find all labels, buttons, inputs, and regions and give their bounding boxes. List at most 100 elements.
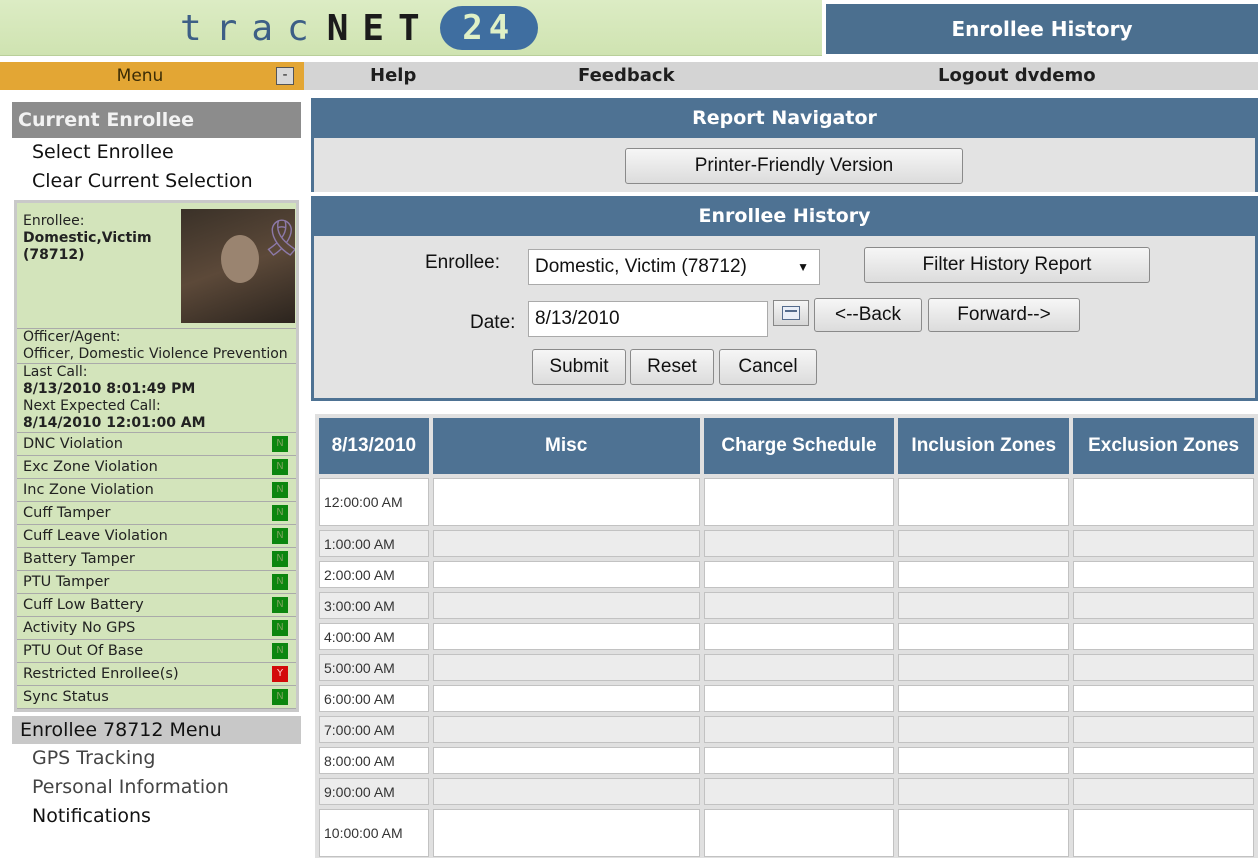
table-cell [1073, 654, 1254, 681]
status-row: Sync Status N [17, 686, 296, 709]
table-cell-time: 4:00:00 AM [319, 623, 429, 650]
menu-collapse-toggle[interactable]: - [276, 67, 294, 85]
status-label: Restricted Enrollee(s) [23, 666, 179, 682]
table-cell [898, 561, 1070, 588]
clear-selection-link[interactable]: Clear Current Selection [12, 167, 301, 196]
enrollee-photo: 🎗 [181, 209, 295, 323]
status-flag: N [272, 574, 288, 590]
enrollee-id: (78712) [23, 247, 85, 263]
logo-text-trac: trac [180, 7, 323, 49]
table-cell [1073, 778, 1254, 805]
logout-link[interactable]: Logout dvdemo [938, 62, 1096, 90]
table-row: 7:00:00 AM [319, 716, 1254, 743]
table-cell [703, 778, 895, 805]
table-cell [1073, 530, 1254, 557]
enrollee-info-box: Enrollee: Domestic,Victim (78712) 🎗 Offi… [14, 200, 299, 712]
status-flag: N [272, 459, 288, 475]
officer-info: Officer/Agent: Officer, Domestic Violenc… [17, 329, 296, 364]
status-flag: N [272, 689, 288, 705]
table-cell [1073, 478, 1254, 526]
filter-history-button[interactable]: Filter History Report [864, 247, 1150, 283]
date-input[interactable]: 8/13/2010 [528, 301, 768, 337]
history-table-body: 12:00:00 AM 1:00:00 AM 2:00:00 AM 3:00:00 A… [319, 478, 1254, 857]
table-cell [898, 778, 1070, 805]
table-cell [898, 716, 1070, 743]
table-cell [703, 623, 895, 650]
history-table: 8/13/2010 Misc Charge Schedule Inclusion… [315, 414, 1258, 858]
table-row: 9:00:00 AM [319, 778, 1254, 805]
reset-button[interactable]: Reset [630, 349, 714, 385]
status-row: Cuff Low Battery N [17, 594, 296, 617]
status-label: PTU Tamper [23, 574, 110, 590]
cancel-button[interactable]: Cancel [719, 349, 817, 385]
column-header-exclusion-zones: Exclusion Zones [1073, 418, 1254, 474]
submit-button[interactable]: Submit [532, 349, 626, 385]
status-label: DNC Violation [23, 436, 123, 452]
status-row: Activity No GPS N [17, 617, 296, 640]
status-label: Battery Tamper [23, 551, 135, 567]
status-list: DNC Violation N Exc Zone Violation N Inc Zon… [17, 433, 296, 709]
status-flag: N [272, 643, 288, 659]
table-row: 4:00:00 AM [319, 623, 1254, 650]
chevron-down-icon: ▼ [797, 260, 809, 274]
tracnet24-logo: trac NET 24 [180, 4, 538, 52]
help-link[interactable]: Help [370, 62, 416, 90]
back-button[interactable]: <--Back [814, 298, 922, 332]
status-label: Sync Status [23, 689, 109, 705]
table-cell [1073, 747, 1254, 774]
enrollee-select-label: Enrollee: [425, 252, 500, 273]
notifications-link[interactable]: Notifications [12, 802, 301, 831]
table-cell [703, 809, 895, 857]
calendar-button[interactable] [773, 300, 809, 326]
table-row: 10:00:00 AM [319, 809, 1254, 857]
table-cell [432, 685, 700, 712]
status-flag: N [272, 436, 288, 452]
status-label: Cuff Tamper [23, 505, 111, 521]
table-cell [703, 685, 895, 712]
enrollee-select[interactable]: Domestic, Victim (78712) ▼ [528, 249, 820, 285]
select-enrollee-link[interactable]: Select Enrollee [12, 138, 301, 167]
table-cell [898, 592, 1070, 619]
next-call-label: Next Expected Call: [23, 398, 161, 414]
forward-button[interactable]: Forward--> [928, 298, 1080, 332]
logo-text-net: NET [326, 7, 434, 49]
logo-banner: trac NET 24 [0, 0, 822, 56]
table-cell [1073, 716, 1254, 743]
printer-friendly-button[interactable]: Printer-Friendly Version [625, 148, 963, 184]
table-cell-time: 2:00:00 AM [319, 561, 429, 588]
enrollee-menu-header: Enrollee 78712 Menu [12, 716, 301, 744]
table-cell [703, 530, 895, 557]
enrollee-text: Enrollee: Domestic,Victim (78712) [23, 213, 152, 264]
table-cell [432, 478, 700, 526]
table-cell [703, 561, 895, 588]
table-cell [898, 478, 1070, 526]
last-call-label: Last Call: [23, 364, 88, 380]
table-cell-time: 1:00:00 AM [319, 530, 429, 557]
status-flag: N [272, 482, 288, 498]
column-header-inclusion-zones: Inclusion Zones [898, 418, 1070, 474]
table-cell [703, 592, 895, 619]
personal-information-link[interactable]: Personal Information [12, 773, 301, 802]
table-header-row: 8/13/2010 Misc Charge Schedule Inclusion… [319, 418, 1254, 474]
report-navigator-header: Report Navigator [311, 98, 1258, 138]
call-info: Last Call: 8/13/2010 8:01:49 PM Next Exp… [17, 364, 296, 433]
table-cell [1073, 809, 1254, 857]
status-label: Cuff Low Battery [23, 597, 144, 613]
feedback-link[interactable]: Feedback [578, 62, 675, 90]
enrollee-history-header: Enrollee History [311, 196, 1258, 236]
table-cell [898, 623, 1070, 650]
current-enrollee-header: Current Enrollee [12, 102, 301, 138]
menu-button[interactable]: Menu [0, 62, 280, 90]
table-cell-time: 10:00:00 AM [319, 809, 429, 857]
table-cell-time: 5:00:00 AM [319, 654, 429, 681]
status-flag: N [272, 597, 288, 613]
status-label: Activity No GPS [23, 620, 136, 636]
status-flag: N [272, 528, 288, 544]
table-row: 2:00:00 AM [319, 561, 1254, 588]
table-cell [898, 654, 1070, 681]
enrollee-label: Enrollee: [23, 213, 85, 229]
sidebar: Current Enrollee Select Enrollee Clear C… [12, 102, 301, 858]
gps-tracking-link[interactable]: GPS Tracking [12, 744, 301, 773]
status-label: Inc Zone Violation [23, 482, 154, 498]
table-cell [898, 685, 1070, 712]
